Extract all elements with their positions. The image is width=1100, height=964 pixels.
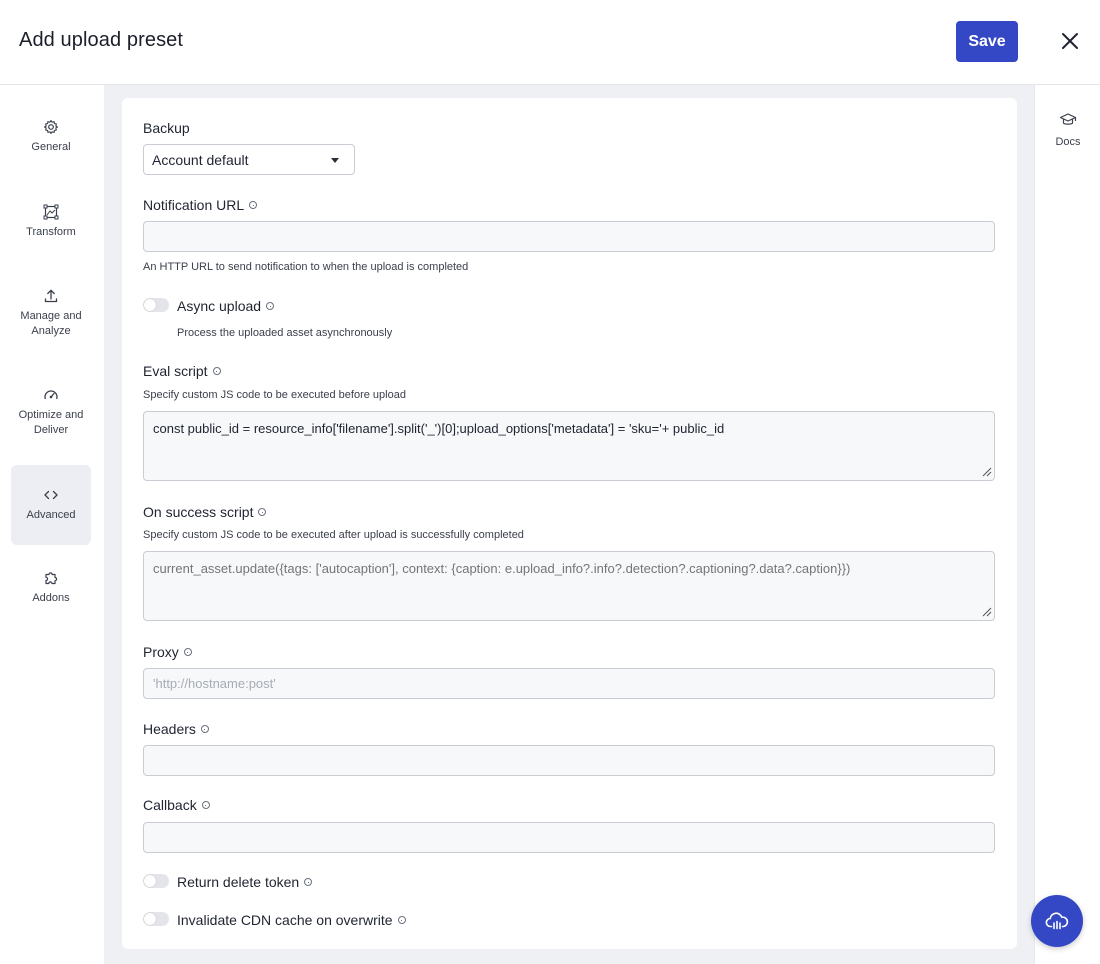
info-icon[interactable]	[183, 648, 192, 656]
on-success-script-label-text: On success script	[143, 504, 254, 520]
callback-field[interactable]	[143, 822, 995, 853]
sidebar-item-label: Addons	[32, 592, 70, 604]
sidebar-item-addons[interactable]: Addons	[11, 569, 91, 609]
notification-url-field[interactable]	[143, 221, 995, 252]
info-icon[interactable]	[397, 916, 406, 924]
page-title: Add upload preset	[19, 29, 184, 51]
resize-handle-icon[interactable]	[982, 607, 992, 617]
save-button[interactable]: Save	[956, 21, 1018, 62]
eval-script-textarea[interactable]: const public_id = resource_info['filenam…	[143, 411, 995, 481]
sidebar-item-label: Advanced	[26, 509, 76, 521]
right-rail: Docs	[1034, 85, 1100, 964]
invalidate-cdn-label: Invalidate CDN cache on overwrite	[177, 912, 406, 928]
upload-icon	[42, 287, 60, 305]
callback-label-text: Callback	[143, 797, 197, 813]
sidebar-item-manage-analyze[interactable]: Manage and Analyze	[11, 287, 91, 341]
headers-label: Headers	[143, 721, 209, 737]
eval-script-label-text: Eval script	[143, 363, 208, 379]
docs-button[interactable]: Docs	[1035, 111, 1100, 150]
close-button[interactable]	[1058, 29, 1082, 53]
sidebar-item-label: Manage and Analyze	[20, 310, 82, 337]
return-delete-token-label-text: Return delete token	[177, 874, 300, 890]
notification-url-label-text: Notification URL	[143, 197, 245, 213]
info-icon[interactable]	[200, 725, 209, 733]
graduation-cap-icon	[1059, 111, 1077, 129]
invalidate-cdn-label-text: Invalidate CDN cache on overwrite	[177, 912, 393, 928]
notification-url-label: Notification URL	[143, 197, 258, 213]
proxy-label-text: Proxy	[143, 644, 179, 660]
on-success-script-help: Specify custom JS code to be executed af…	[143, 529, 524, 541]
cloud-icon	[1045, 912, 1069, 930]
sidebar-item-optimize-deliver[interactable]: Optimize and Deliver	[11, 386, 91, 440]
sidebar-item-transform[interactable]: Transform	[11, 203, 91, 243]
headers-field[interactable]	[143, 745, 995, 776]
notification-url-help: An HTTP URL to send notification to when…	[143, 261, 469, 273]
chevron-down-icon	[331, 158, 339, 163]
sidebar-item-label: General	[31, 141, 71, 153]
backup-select[interactable]: Account default	[143, 144, 355, 175]
puzzle-icon	[42, 569, 60, 587]
headers-label-text: Headers	[143, 721, 196, 737]
info-icon[interactable]	[266, 302, 275, 310]
info-icon[interactable]	[212, 367, 221, 375]
async-upload-label-text: Async upload	[177, 298, 262, 314]
info-icon[interactable]	[249, 201, 258, 209]
info-icon[interactable]	[258, 508, 267, 516]
callback-label: Callback	[143, 797, 210, 813]
docs-label: Docs	[1055, 136, 1081, 148]
on-success-script-textarea[interactable]	[143, 551, 995, 621]
return-delete-token-toggle[interactable]	[143, 874, 169, 888]
transform-icon	[42, 203, 60, 221]
async-upload-help: Process the uploaded asset asynchronousl…	[177, 327, 393, 339]
info-icon[interactable]	[201, 801, 210, 809]
eval-script-label: Eval script	[143, 363, 221, 379]
sidebar-item-general[interactable]: General	[11, 118, 91, 158]
async-upload-toggle[interactable]	[143, 298, 169, 312]
gauge-icon	[42, 386, 60, 404]
code-icon	[42, 486, 60, 504]
invalidate-cdn-toggle[interactable]	[143, 912, 169, 926]
backup-select-value: Account default	[152, 152, 249, 168]
toggle-knob	[144, 875, 156, 887]
proxy-field[interactable]	[143, 668, 995, 699]
sidebar-item-advanced[interactable]: Advanced	[11, 465, 91, 545]
toggle-knob	[144, 299, 156, 311]
toggle-knob	[144, 913, 156, 925]
proxy-label: Proxy	[143, 644, 192, 660]
on-success-script-label: On success script	[143, 504, 267, 520]
backup-label: Backup	[143, 120, 190, 136]
info-icon[interactable]	[304, 878, 313, 886]
resize-handle-icon[interactable]	[982, 467, 992, 477]
return-delete-token-label: Return delete token	[177, 874, 313, 890]
sidebar-item-label: Optimize and Deliver	[18, 409, 84, 436]
support-chat-button[interactable]	[1031, 895, 1083, 947]
close-icon	[1062, 33, 1078, 49]
sidebar-item-label: Transform	[26, 226, 76, 238]
gear-icon	[42, 118, 60, 136]
eval-script-help: Specify custom JS code to be executed be…	[143, 389, 406, 401]
async-upload-label: Async upload	[177, 298, 275, 314]
modal-header: Add upload preset Save	[0, 0, 1100, 85]
